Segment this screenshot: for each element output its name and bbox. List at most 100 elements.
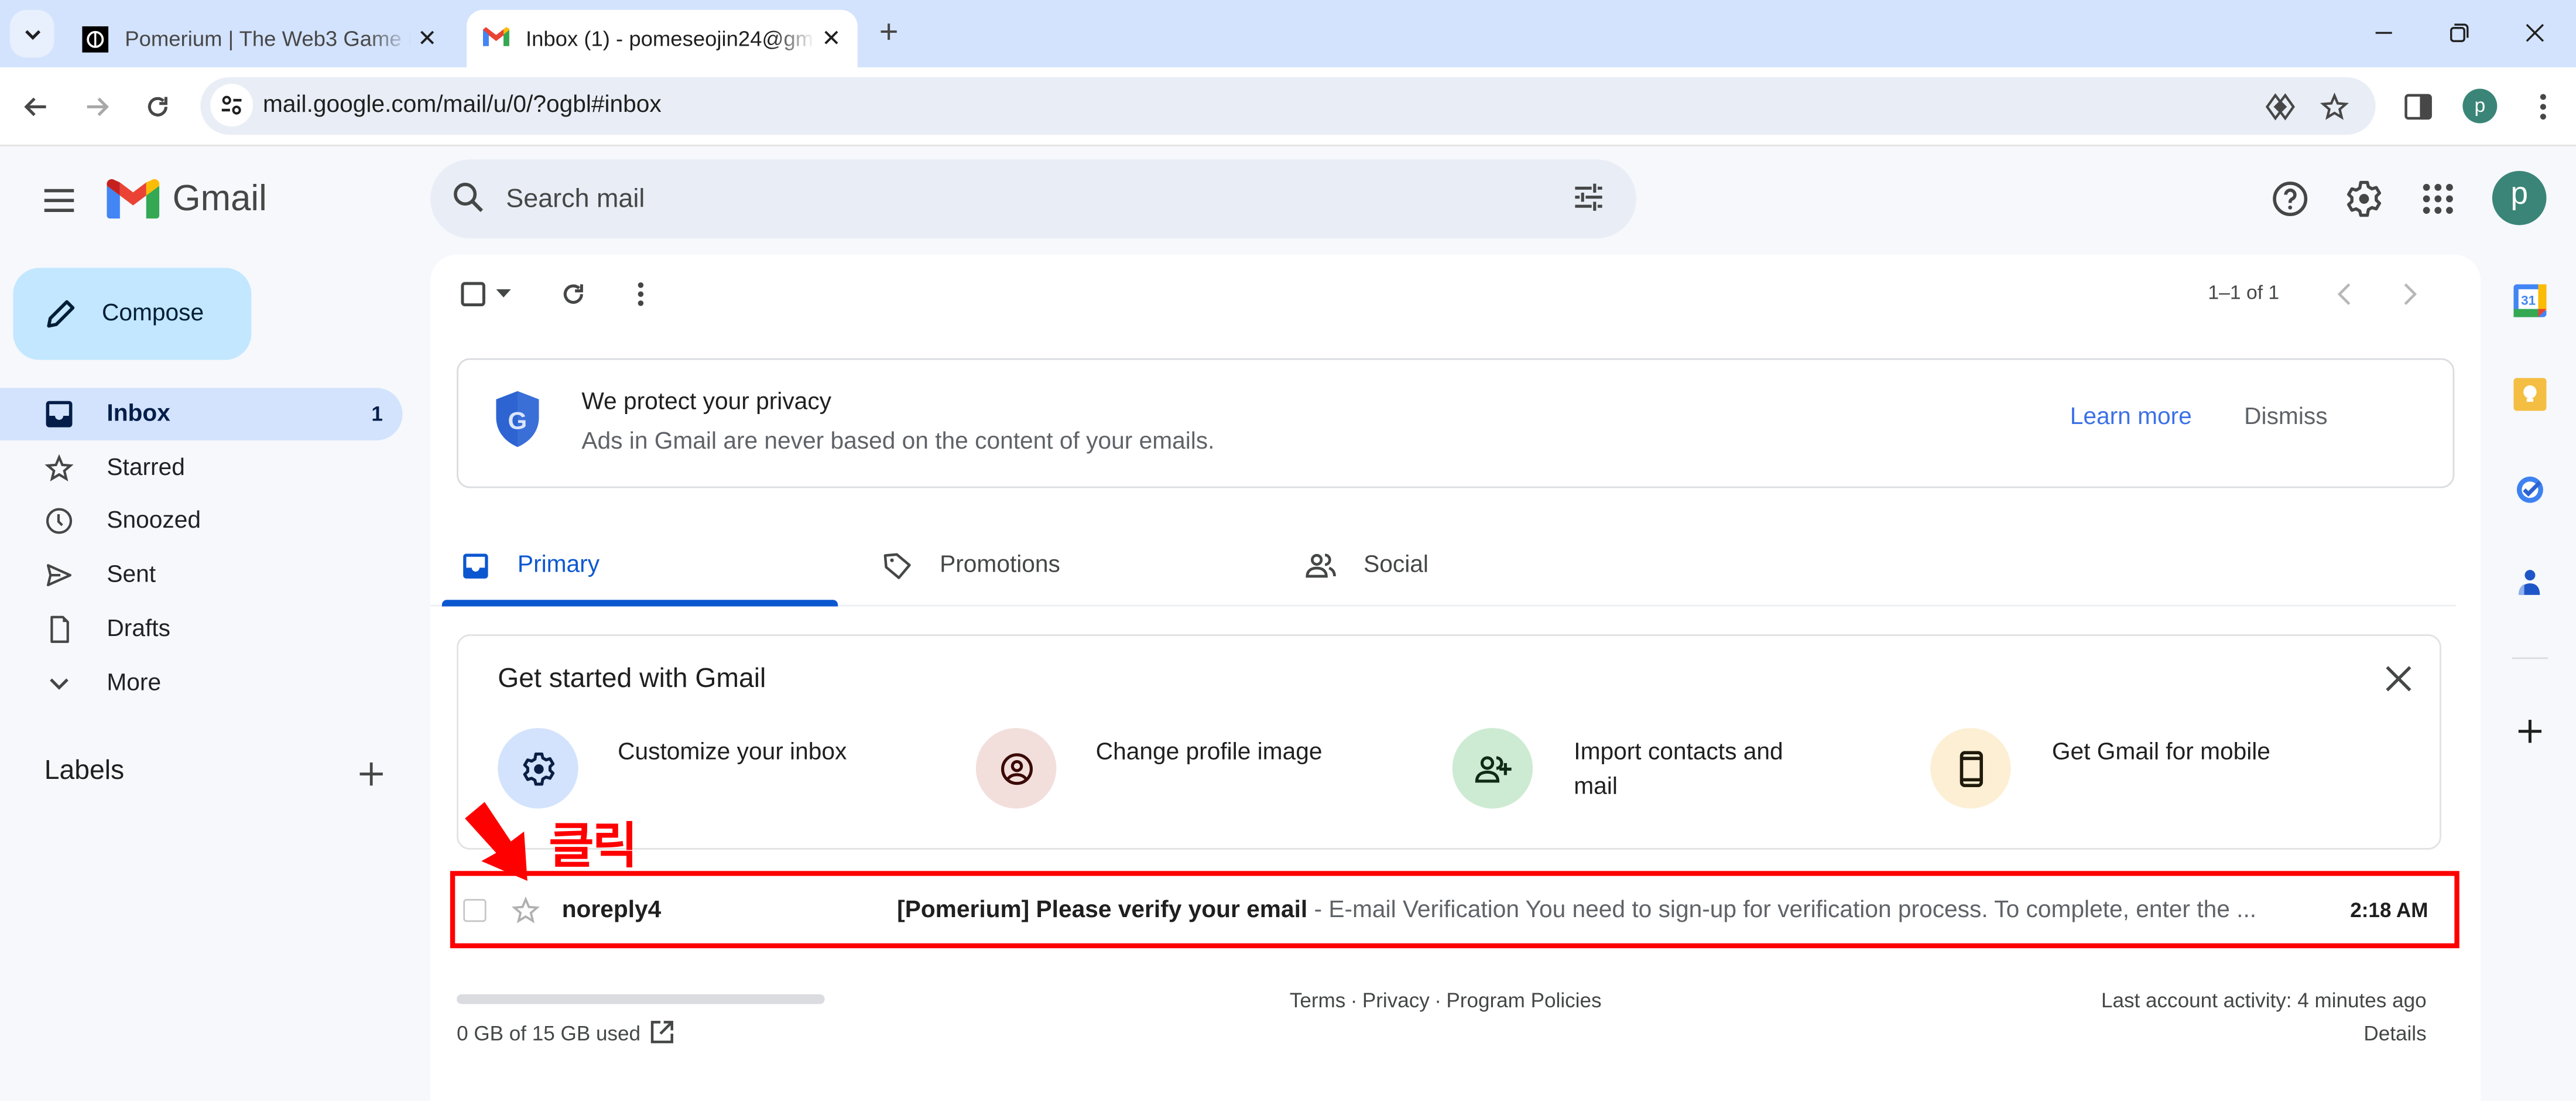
annotation-arrow-icon [462, 795, 537, 884]
more-actions-button[interactable] [623, 276, 659, 312]
email-row[interactable]: noreply4 [Pomerium] Please verify your e… [457, 874, 2455, 947]
sidebar-item-label: Inbox [107, 401, 170, 428]
forward-button[interactable] [77, 87, 117, 126]
extension-diamond-icon[interactable] [2262, 89, 2298, 125]
google-shield-icon: G [493, 389, 542, 449]
chrome-profile-avatar[interactable]: p [2462, 88, 2498, 124]
create-label-button[interactable] [355, 758, 388, 791]
sidebar-item-starred[interactable]: Starred [0, 442, 402, 495]
tab-primary[interactable]: Primary [458, 526, 600, 605]
account-circle-icon [998, 750, 1034, 787]
open-in-new-icon[interactable] [649, 1019, 675, 1045]
close-tab-icon[interactable]: ✕ [411, 25, 444, 53]
chrome-menu-icon[interactable] [2525, 89, 2561, 125]
restore-button[interactable] [2421, 13, 2497, 52]
draft-icon [43, 613, 76, 646]
compose-button[interactable]: Compose [13, 268, 252, 360]
sidebar-item-label: Snoozed [107, 508, 201, 534]
settings-button[interactable] [2343, 177, 2386, 220]
tab-promotions[interactable]: Promotions [881, 526, 1060, 605]
side-panel-icon[interactable] [2400, 89, 2437, 125]
select-all-checkbox[interactable] [455, 276, 491, 312]
contacts-app-button[interactable] [2510, 562, 2550, 601]
clock-icon [43, 504, 76, 537]
tab-title: Inbox (1) - pomeseojin24@gmail.com [525, 26, 815, 51]
sidebar-item-drafts[interactable]: Drafts [0, 603, 402, 656]
sidebar-item-inbox[interactable]: Inbox 1 [0, 388, 403, 441]
sidebar-item-snoozed[interactable]: Snoozed [0, 495, 402, 548]
search-icon[interactable] [450, 179, 487, 216]
import-contacts-button[interactable] [1452, 728, 1533, 809]
search-options-icon[interactable] [1571, 179, 1607, 216]
tab-search-button[interactable] [9, 9, 54, 58]
tab-social[interactable]: Social [1304, 526, 1429, 605]
change-profile-image-label[interactable]: Change profile image [1096, 736, 1342, 770]
select-dropdown[interactable] [488, 276, 520, 312]
reload-button[interactable] [138, 87, 177, 126]
new-tab-button[interactable]: + [871, 13, 907, 52]
pagination-label: 1–1 of 1 [2208, 281, 2280, 305]
url-text[interactable]: mail.google.com/mail/u/0/?ogbl#inbox [263, 92, 662, 118]
customize-inbox-label[interactable]: Customize your inbox [618, 736, 864, 770]
browser-tab-gmail[interactable]: Inbox (1) - pomeseojin24@gmail.com ✕ [466, 9, 858, 68]
close-window-button[interactable] [2497, 13, 2572, 52]
tasks-app-button[interactable] [2510, 469, 2550, 508]
privacy-subtitle: Ads in Gmail are never based on the cont… [581, 429, 1215, 456]
search-input[interactable] [502, 170, 1495, 230]
get-mobile-app-label[interactable]: Get Gmail for mobile [2052, 736, 2298, 770]
sidebar-item-label: Drafts [107, 616, 170, 643]
back-button[interactable] [16, 87, 56, 126]
chevron-down-icon [43, 667, 76, 700]
sidebar-item-label: Starred [107, 455, 185, 482]
chevron-left-icon [2336, 283, 2352, 306]
tab-label: Primary [517, 552, 600, 579]
sidebar-item-label: More [107, 670, 162, 697]
import-contacts-label[interactable]: Import contacts and mail [1574, 736, 1820, 803]
newer-page-button[interactable] [2326, 276, 2362, 312]
account-avatar[interactable]: p [2492, 170, 2547, 225]
learn-more-link[interactable]: Learn more [2070, 404, 2192, 430]
apps-grid-icon [2421, 182, 2454, 215]
svg-text:31: 31 [2521, 293, 2536, 308]
support-button[interactable] [2269, 177, 2311, 220]
star-icon[interactable] [511, 895, 541, 925]
reload-icon [145, 94, 171, 120]
send-icon [43, 559, 76, 591]
site-info-button[interactable] [210, 84, 254, 127]
close-tab-icon[interactable]: ✕ [815, 25, 848, 53]
tab-title: Pomerium | The Web3 Game Platform [125, 26, 410, 51]
sidebar-item-sent[interactable]: Sent [0, 549, 402, 601]
program-policies-link[interactable]: Program Policies [1446, 989, 1601, 1012]
gmail-logo-text: Gmail [172, 177, 267, 219]
privacy-link[interactable]: Privacy [1362, 989, 1430, 1012]
close-icon [2525, 23, 2545, 43]
svg-text:G: G [508, 406, 527, 434]
close-get-started-button[interactable] [2382, 662, 2415, 695]
bookmark-star-icon[interactable] [2317, 89, 2353, 125]
activity-details-link[interactable]: Details [1971, 1022, 2426, 1045]
google-apps-button[interactable] [2417, 177, 2459, 220]
privacy-title: We protect your privacy [581, 389, 832, 416]
email-select-checkbox[interactable] [463, 898, 487, 922]
older-page-button[interactable] [2392, 276, 2428, 312]
sidebar-item-more[interactable]: More [0, 657, 402, 710]
tune-icon [220, 94, 243, 117]
dismiss-button[interactable]: Dismiss [2244, 404, 2327, 430]
gmail-logo[interactable]: Gmail [107, 177, 267, 220]
active-tab-indicator [441, 600, 838, 607]
get-addons-button[interactable] [2510, 712, 2550, 751]
calendar-app-button[interactable]: 31 [2510, 281, 2550, 320]
keep-app-button[interactable] [2510, 375, 2550, 414]
chevron-down-icon [22, 24, 42, 44]
plus-icon [2515, 716, 2545, 746]
minimize-button[interactable] [2346, 13, 2421, 52]
get-mobile-app-button[interactable] [1930, 728, 2011, 809]
gmail-logo-icon [482, 25, 509, 52]
terms-link[interactable]: Terms [1290, 989, 1345, 1012]
browser-tab-pomerium[interactable]: Pomerium | The Web3 Game Platform ✕ [66, 10, 453, 67]
main-menu-button[interactable] [39, 181, 78, 220]
person-add-icon [1473, 750, 1512, 787]
plus-icon [355, 758, 388, 791]
refresh-button[interactable] [555, 276, 591, 312]
change-profile-image-button[interactable] [975, 728, 1057, 809]
